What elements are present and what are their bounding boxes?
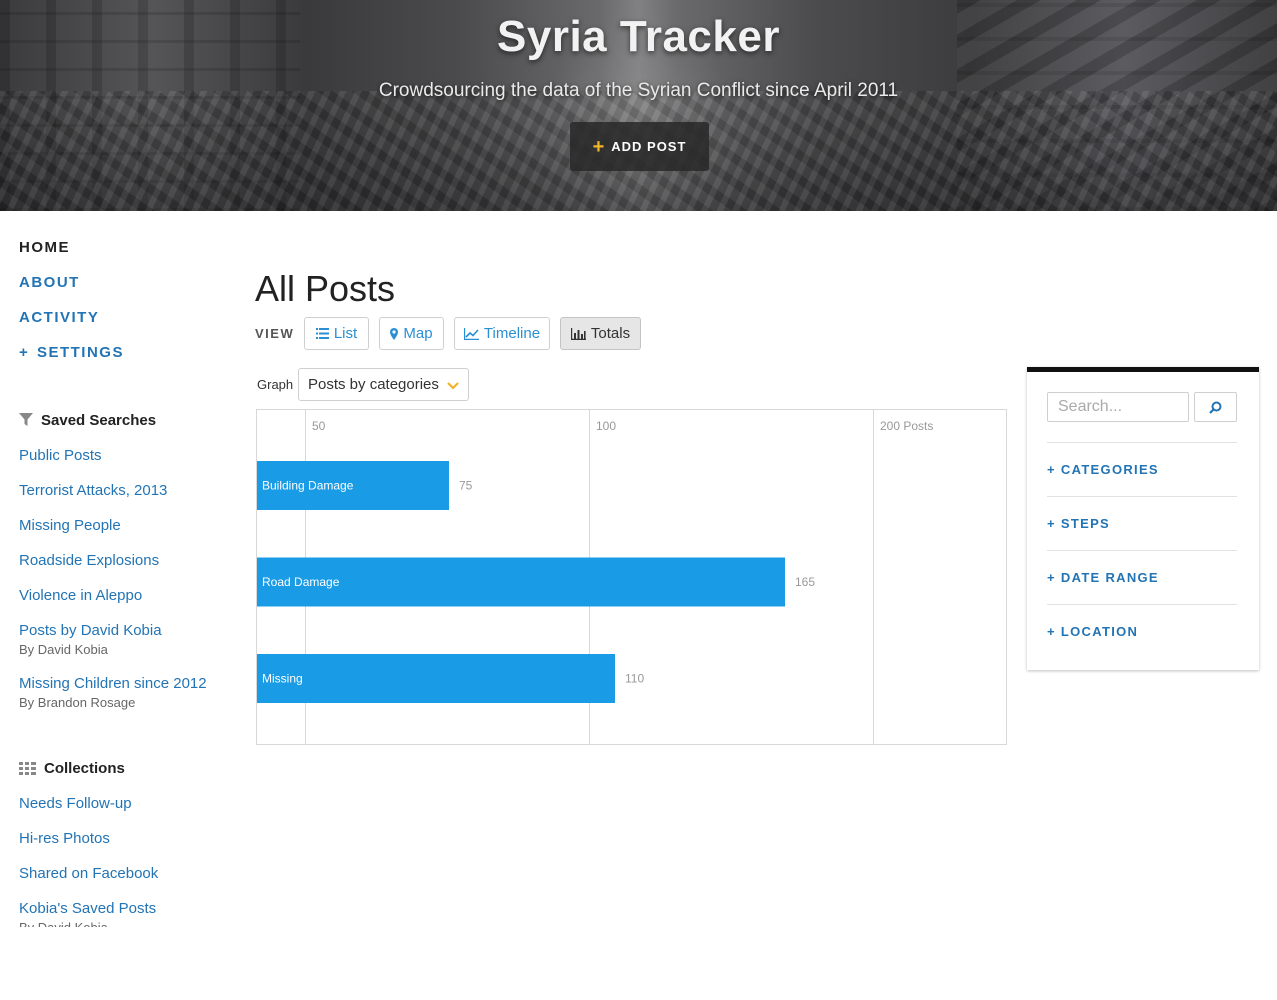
totals-chart-svg: 50 100 200 Posts Building Damage 75 Road Dama… bbox=[257, 410, 933, 744]
nav-activity[interactable]: ACTIVITY bbox=[19, 308, 239, 343]
bar-value-label: 75 bbox=[459, 479, 473, 493]
filter-panel: + CATEGORIES + STEPS + DATE RANGE + LOCA… bbox=[1027, 367, 1259, 670]
line-chart-icon bbox=[463, 327, 479, 340]
bar-label: Missing bbox=[262, 672, 303, 686]
collections-list: Needs Follow-up Hi-res Photos Shared on … bbox=[19, 794, 239, 927]
chevron-down-icon bbox=[447, 382, 459, 390]
bar-label: Building Damage bbox=[262, 479, 354, 493]
saved-search-item[interactable]: Roadside Explosions bbox=[19, 551, 159, 571]
list-icon bbox=[315, 328, 329, 339]
filter-steps[interactable]: + STEPS bbox=[1047, 496, 1237, 550]
plus-icon: + bbox=[1047, 624, 1056, 639]
plus-icon: + bbox=[592, 135, 606, 158]
collection-item[interactable]: Needs Follow-up bbox=[19, 794, 132, 814]
collections-title: Collections bbox=[44, 759, 125, 777]
graph-label: Graph bbox=[257, 377, 294, 392]
plus-icon: + bbox=[1047, 462, 1056, 477]
add-post-button[interactable]: + ADD POST bbox=[570, 122, 709, 171]
view-totals-button[interactable]: Totals bbox=[560, 317, 641, 350]
saved-search-item[interactable]: Public Posts bbox=[19, 446, 102, 466]
plus-icon: + bbox=[19, 344, 35, 361]
bar-value-label: 110 bbox=[625, 672, 644, 686]
filter-label: LOCATION bbox=[1060, 624, 1139, 639]
filter-label: STEPS bbox=[1060, 516, 1111, 531]
view-timeline-label: Timeline bbox=[483, 325, 541, 342]
filter-location[interactable]: + LOCATION bbox=[1047, 604, 1237, 658]
site-title: Syria Tracker bbox=[497, 12, 780, 61]
view-list-label: List bbox=[333, 325, 358, 342]
view-map-button[interactable]: Map bbox=[379, 317, 444, 350]
tick-label: 100 bbox=[596, 419, 616, 433]
filter-label: CATEGORIES bbox=[1060, 462, 1159, 477]
nav-home[interactable]: HOME bbox=[19, 238, 239, 273]
saved-search-item[interactable]: Posts by David Kobia bbox=[19, 621, 162, 641]
filter-icon bbox=[19, 413, 33, 426]
view-totals-label: Totals bbox=[590, 325, 631, 342]
nav-about[interactable]: ABOUT bbox=[19, 273, 239, 308]
grid-icon bbox=[19, 761, 36, 775]
search-button[interactable] bbox=[1194, 392, 1237, 422]
hero-banner: Syria Tracker Crowdsourcing the data of … bbox=[0, 0, 1277, 211]
view-map-label: Map bbox=[403, 325, 433, 342]
plus-icon: + bbox=[1047, 516, 1056, 531]
collection-item[interactable]: Kobia's Saved Posts bbox=[19, 899, 156, 919]
collection-author: By David Kobia bbox=[19, 919, 108, 927]
saved-searches-title: Saved Searches bbox=[41, 411, 157, 429]
filter-label: DATE RANGE bbox=[1060, 570, 1159, 585]
nav-settings[interactable]: + SETTINGS bbox=[19, 343, 239, 378]
nav-settings-label: SETTINGS bbox=[36, 344, 124, 361]
totals-chart: 50 100 200 Posts Building Damage 75 Road Dama… bbox=[256, 409, 1007, 745]
tick-label: 200 Posts bbox=[880, 419, 933, 433]
view-timeline-button[interactable]: Timeline bbox=[454, 317, 550, 350]
map-marker-icon bbox=[390, 327, 399, 340]
bar-chart-icon bbox=[570, 327, 586, 340]
site-subtitle: Crowdsourcing the data of the Syrian Con… bbox=[378, 80, 899, 101]
saved-search-item[interactable]: Missing Children since 2012 bbox=[19, 674, 207, 694]
saved-search-item[interactable]: Missing People bbox=[19, 516, 121, 536]
graph-type-value: Posts by categories bbox=[308, 376, 439, 393]
bar-label: Road Damage bbox=[262, 575, 340, 589]
saved-searches-heading: Saved Searches bbox=[19, 410, 156, 430]
collection-item[interactable]: Shared on Facebook bbox=[19, 864, 158, 884]
view-list-button[interactable]: List bbox=[304, 317, 369, 350]
filter-date-range[interactable]: + DATE RANGE bbox=[1047, 550, 1237, 604]
search-input[interactable] bbox=[1047, 392, 1189, 422]
saved-search-author: By Brandon Rosage bbox=[19, 695, 136, 710]
filter-categories[interactable]: + CATEGORIES bbox=[1047, 442, 1237, 496]
bar bbox=[257, 654, 615, 703]
tick-label: 50 bbox=[312, 419, 326, 433]
search-icon bbox=[1209, 401, 1222, 414]
collection-item[interactable]: Hi-res Photos bbox=[19, 829, 110, 849]
graph-type-select[interactable]: Posts by categories bbox=[298, 368, 469, 401]
add-post-label: ADD POST bbox=[611, 139, 687, 154]
page-title: All Posts bbox=[255, 268, 396, 309]
plus-icon: + bbox=[1047, 570, 1056, 585]
collections-heading: Collections bbox=[19, 758, 125, 778]
saved-search-author: By David Kobia bbox=[19, 642, 108, 657]
saved-search-item[interactable]: Terrorist Attacks, 2013 bbox=[19, 481, 167, 501]
view-label: VIEW bbox=[255, 326, 295, 341]
main-nav: HOME ABOUT ACTIVITY + SETTINGS bbox=[19, 238, 239, 378]
saved-search-item[interactable]: Violence in Aleppo bbox=[19, 586, 142, 606]
bar-value-label: 165 bbox=[795, 575, 815, 589]
